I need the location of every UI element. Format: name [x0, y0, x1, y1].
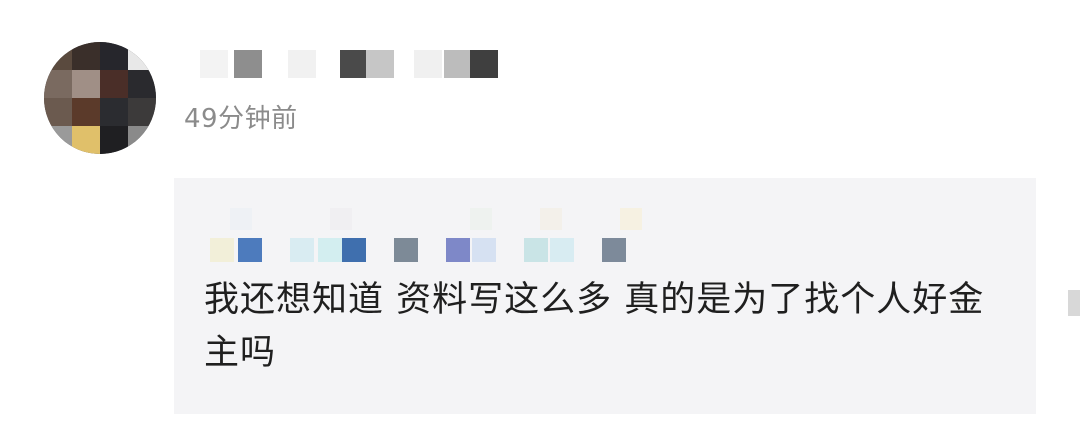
comment-text: 我还想知道 资料写这么多 真的是为了找个人好金主吗 [204, 280, 985, 373]
mosaic-block [414, 50, 442, 78]
mosaic-block [524, 238, 548, 262]
mosaic-block [550, 238, 574, 262]
mosaic-block [472, 238, 496, 262]
mosaic-block [200, 50, 228, 78]
avatar-pixel [128, 126, 156, 154]
mosaic-block [366, 50, 394, 78]
mosaic-block [620, 208, 642, 230]
avatar-pixel [128, 70, 156, 98]
avatar-pixel [72, 126, 100, 154]
avatar-pixel [44, 70, 72, 98]
avatar-pixel [44, 42, 72, 70]
username-censored[interactable] [200, 50, 520, 80]
mosaic-block [340, 50, 368, 78]
avatar-pixel [100, 42, 128, 70]
avatar-pixel [72, 42, 100, 70]
mosaic-block [234, 50, 262, 78]
avatar-pixel [100, 70, 128, 98]
post-timestamp: 49分钟前 [184, 104, 298, 134]
mosaic-block [210, 238, 234, 262]
mosaic-block [342, 238, 366, 262]
mosaic-block [330, 208, 352, 230]
mosaic-block [290, 238, 314, 262]
quoted-text-censored-faint [210, 208, 650, 232]
mosaic-block [394, 238, 418, 262]
mosaic-block [470, 50, 498, 78]
mosaic-block [470, 208, 492, 230]
avatar-pixel [44, 126, 72, 154]
avatar-pixel [128, 42, 156, 70]
avatar-pixel [100, 98, 128, 126]
avatar-pixel [72, 70, 100, 98]
avatar-pixel [72, 98, 100, 126]
mosaic-block [318, 238, 342, 262]
mosaic-block [446, 238, 470, 262]
user-avatar[interactable] [44, 42, 156, 154]
avatar-pixel [128, 98, 156, 126]
quoted-text-censored [210, 234, 670, 264]
avatar-pixel [100, 126, 128, 154]
mosaic-block [444, 50, 472, 78]
mosaic-block [238, 238, 262, 262]
mosaic-block [540, 208, 562, 230]
comment-bubble[interactable]: 我还想知道 资料写这么多 真的是为了找个人好金主吗 [174, 178, 1036, 414]
mosaic-block [288, 50, 316, 78]
mosaic-block [230, 208, 252, 230]
mosaic-block [602, 238, 626, 262]
avatar-pixel [44, 98, 72, 126]
comment-screenshot: 49分钟前 我还想知道 资料写这么多 真的是为了找个人好金主吗 [0, 0, 1080, 445]
scrollbar-thumb[interactable] [1068, 290, 1080, 316]
